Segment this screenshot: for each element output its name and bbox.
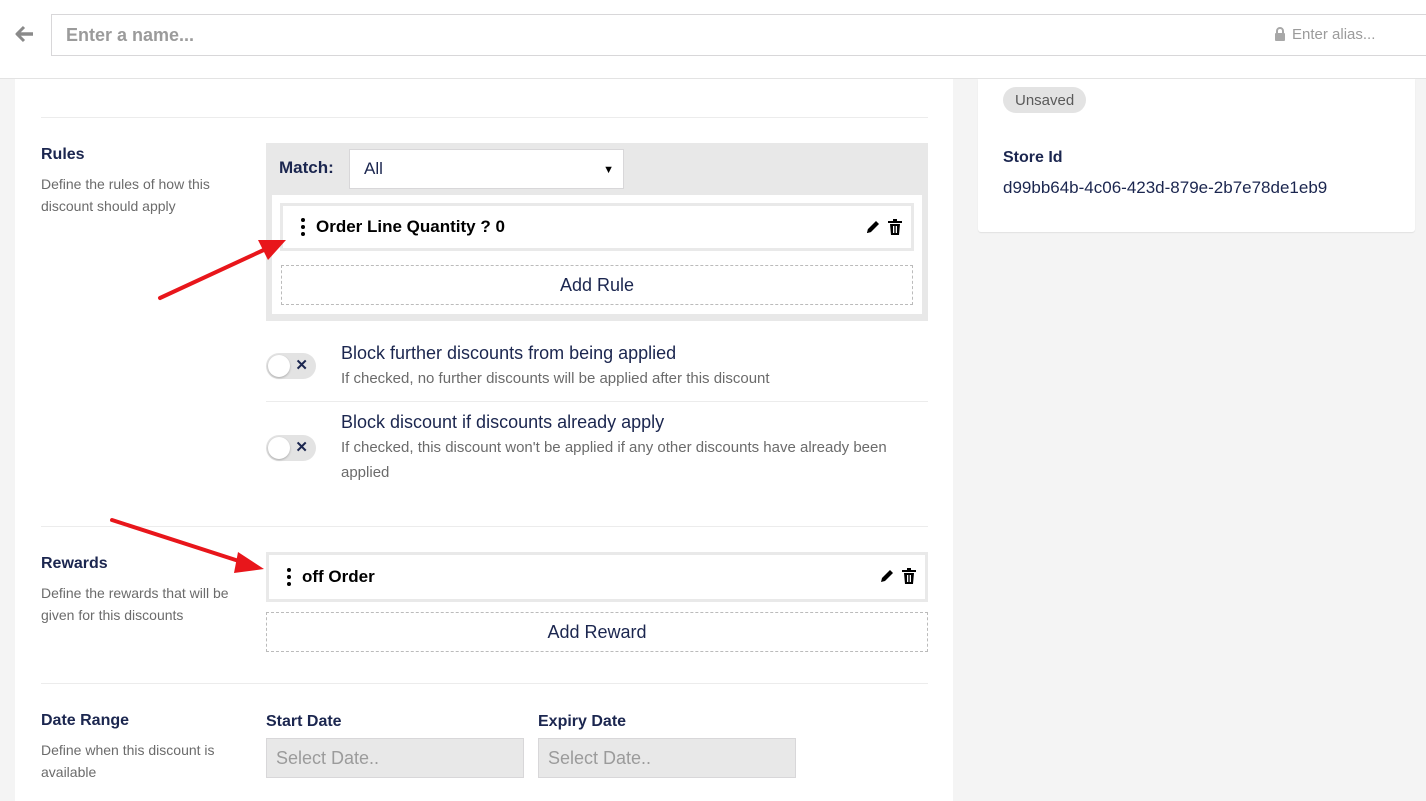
block-if-applied-toggle[interactable]: ✕ (266, 435, 316, 461)
expiry-date-input[interactable] (538, 738, 796, 778)
date-range-description: Define when this discount is available (41, 742, 215, 780)
drag-handle-icon[interactable] (296, 217, 310, 237)
add-reward-button[interactable]: Add Reward (266, 612, 928, 652)
add-rule-button[interactable]: Add Rule (281, 265, 913, 305)
toggle-knob (268, 437, 290, 459)
block-if-applied-title: Block discount if discounts already appl… (341, 412, 665, 432)
start-date-input[interactable] (266, 738, 524, 778)
block-further-discounts-toggle[interactable]: ✕ (266, 353, 316, 379)
rules-description: Define the rules of how this discount sh… (41, 176, 210, 214)
editor-header: Enter alias... (0, 0, 1426, 79)
name-input[interactable] (51, 14, 1426, 56)
pencil-icon[interactable] (879, 567, 895, 585)
block-further-title: Block further discounts from being appli… (341, 343, 677, 363)
rule-item-label: Order Line Quantity ? 0 (316, 217, 505, 236)
match-label: Match: (279, 158, 334, 177)
expiry-date-label: Expiry Date (538, 713, 627, 730)
store-id-label: Store Id (1003, 149, 1063, 166)
section-divider (41, 683, 928, 684)
match-select[interactable]: All ▼ (349, 149, 624, 189)
rewards-title: Rewards (41, 555, 108, 572)
rule-item[interactable]: Order Line Quantity ? 0 (280, 203, 914, 251)
arrow-left-icon (15, 25, 33, 43)
rules-builder: Match: All ▼ Order Line Quantity ? 0 Add… (266, 143, 928, 321)
alias-placeholder: Enter alias... (1292, 25, 1376, 43)
option-divider (266, 401, 928, 402)
reward-item[interactable]: off Order (266, 552, 928, 602)
discount-editor-panel: Rules Define the rules of how this disco… (15, 79, 953, 801)
close-icon: ✕ (295, 357, 308, 374)
block-further-description: If checked, no further discounts will be… (341, 370, 770, 387)
match-select-value: All (364, 159, 383, 178)
pencil-icon[interactable] (865, 218, 881, 236)
store-id-value: d99bb64b-4c06-423d-879e-2b7e78de1eb9 (1003, 178, 1328, 197)
alias-field[interactable]: Enter alias... (1274, 24, 1375, 44)
close-icon: ✕ (295, 439, 308, 456)
date-range-title: Date Range (41, 712, 130, 729)
toggle-knob (268, 355, 290, 377)
rules-title: Rules (41, 146, 85, 163)
drag-handle-icon[interactable] (282, 567, 296, 587)
info-side-panel: Unsaved Store Id d99bb64b-4c06-423d-879e… (978, 79, 1415, 232)
rewards-description: Define the rewards that will be given fo… (41, 585, 229, 623)
trash-icon[interactable] (901, 567, 917, 585)
lock-icon (1275, 27, 1285, 41)
reward-item-label: off Order (302, 567, 375, 586)
back-button[interactable] (12, 22, 38, 46)
status-badge: Unsaved (1003, 87, 1087, 113)
chevron-down-icon: ▼ (603, 164, 614, 176)
section-divider (41, 526, 928, 527)
start-date-label: Start Date (266, 713, 342, 730)
trash-icon[interactable] (887, 218, 903, 236)
block-if-applied-description: If checked, this discount won't be appli… (341, 439, 887, 481)
section-divider (41, 117, 928, 118)
rules-list: Order Line Quantity ? 0 Add Rule (272, 195, 922, 314)
